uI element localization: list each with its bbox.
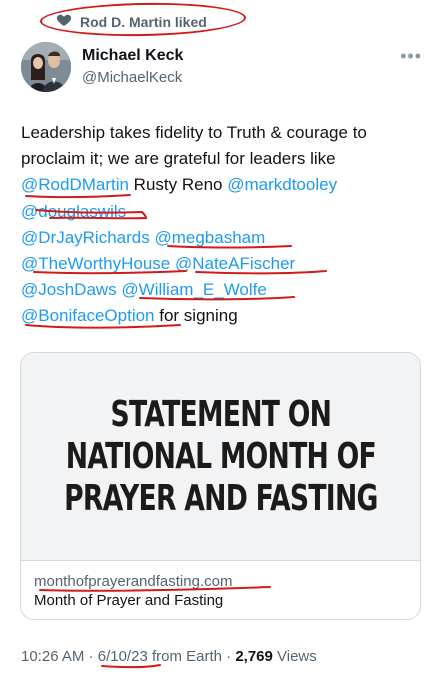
tweet-line: Leadership takes fidelity to Truth & cou… [21,123,367,142]
views-label: Views [272,648,317,665]
tweet-date[interactable]: 6/10/23 [98,648,148,665]
card-domain[interactable]: monthofprayerandfasting.com [34,572,407,591]
tweet-line: @TheWorthyHouse @NateAFischer [21,251,431,277]
more-options-icon[interactable]: ••• [400,46,422,67]
avatar[interactable] [21,42,71,92]
tweet-line: @DrJayRichards @megbasham [21,225,431,251]
tweet-text-segment: for signing [154,306,238,326]
mention-link[interactable]: @JoshDaws [21,280,117,299]
mention-link[interactable]: @NateAFischer [175,254,295,273]
meta-separator: · [221,648,236,665]
author-block[interactable]: Michael Keck @MichaelKeck [82,46,183,88]
mention-link[interactable]: @BonifaceOption [21,306,155,325]
views-count: 2,769 [235,648,273,665]
tweet-line: @douglaswils [21,199,431,225]
card-image[interactable]: STATEMENT ON NATIONAL MONTH OF PRAYER AN… [21,353,420,560]
tweet-text: Leadership takes fidelity to Truth & cou… [21,120,431,330]
mention-link[interactable]: @megbasham [154,228,265,247]
card-image-title: STATEMENT ON NATIONAL MONTH OF PRAYER AN… [64,394,378,520]
annotation-underline [101,664,161,669]
tweet-line: @BonifaceOption for signing [21,303,431,329]
card-title-line: STATEMENT ON [110,393,331,435]
annotation-circle [39,1,247,38]
tweet-text-segment: Rusty Reno [128,175,228,195]
card-title-line: PRAYER AND FASTING [63,477,378,519]
author-handle[interactable]: @MichaelKeck [82,68,183,88]
tweet-time[interactable]: 10:26 AM [21,648,84,665]
tweet-source: from Earth [147,648,222,665]
tweet-line: @JoshDaws @William_E_Wolfe [21,277,431,303]
card-meta[interactable]: monthofprayerandfasting.com Month of Pra… [21,560,420,619]
mention-link[interactable]: @William_E_Wolfe [121,280,266,299]
author-name[interactable]: Michael Keck [82,46,183,66]
card-name[interactable]: Month of Prayer and Fasting [34,591,407,610]
mention-link[interactable]: @markdtooley [227,175,337,194]
mention-link[interactable]: @douglaswils [21,202,126,221]
card-title-line: NATIONAL MONTH OF [65,435,376,477]
meta-separator: · [84,648,98,665]
mention-link[interactable]: @RodDMartin [21,175,129,194]
tweet-meta: 10:26 AM · 6/10/23 from Earth · 2,769 Vi… [21,648,317,665]
tweet-line: proclaim it; we are grateful for leaders… [21,149,336,169]
link-card[interactable]: STATEMENT ON NATIONAL MONTH OF PRAYER AN… [20,352,421,620]
tweet-line: @RodDMartin Rusty Reno @markdtooley [21,172,431,198]
mention-link[interactable]: @DrJayRichards [21,228,150,247]
mention-link[interactable]: @TheWorthyHouse [21,254,170,273]
